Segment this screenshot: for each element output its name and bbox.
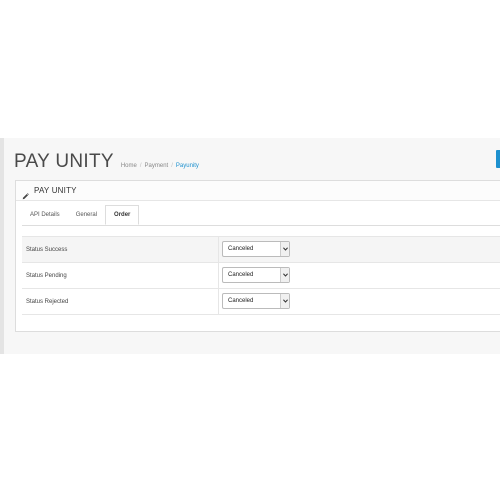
- chevron-down-icon: [280, 294, 289, 308]
- form-row-status-success: Status Success Canceled: [22, 236, 500, 262]
- breadcrumb: Home / Payment / Payunity: [121, 163, 199, 169]
- order-status-form: Status Success Canceled Status Pending C…: [22, 236, 500, 315]
- app-content: PAY UNITY Home / Payment / Payunity PAY UNIT…: [4, 138, 500, 354]
- breadcrumb-separator: /: [171, 163, 173, 169]
- breadcrumb-home[interactable]: Home: [121, 163, 137, 169]
- tab-api-details[interactable]: API Details: [22, 205, 68, 225]
- page-header: PAY UNITY Home / Payment / Payunity: [14, 151, 199, 173]
- chevron-down-icon: [280, 242, 289, 256]
- form-row-status-rejected: Status Rejected Canceled: [22, 288, 500, 315]
- breadcrumb-payment[interactable]: Payment: [145, 163, 169, 169]
- save-button[interactable]: [496, 150, 500, 168]
- panel-title: PAY UNITY: [34, 186, 77, 195]
- status-rejected-label: Status Rejected: [22, 289, 219, 314]
- status-success-value: Canceled: [228, 246, 254, 252]
- breadcrumb-separator: /: [139, 163, 142, 169]
- status-pending-select[interactable]: Canceled: [222, 267, 290, 283]
- status-pending-label: Status Pending: [22, 263, 219, 288]
- settings-panel: PAY UNITY API Details General Order Stat…: [15, 180, 500, 332]
- tab-order[interactable]: Order: [105, 205, 140, 225]
- chevron-down-icon: [280, 268, 289, 282]
- status-success-label: Status Success: [22, 237, 219, 262]
- status-pending-value: Canceled: [228, 272, 254, 278]
- status-rejected-select[interactable]: Canceled: [222, 293, 290, 309]
- status-rejected-value: Canceled: [228, 298, 254, 304]
- tab-bar: API Details General Order: [22, 205, 500, 226]
- form-row-status-pending: Status Pending Canceled: [22, 262, 500, 288]
- status-success-select[interactable]: Canceled: [222, 241, 290, 257]
- tab-general[interactable]: General: [68, 205, 105, 225]
- breadcrumb-payunity[interactable]: Payunity: [176, 163, 199, 169]
- page-title: PAY UNITY: [14, 151, 114, 172]
- pencil-icon: [22, 187, 29, 200]
- panel-heading: PAY UNITY: [16, 181, 500, 201]
